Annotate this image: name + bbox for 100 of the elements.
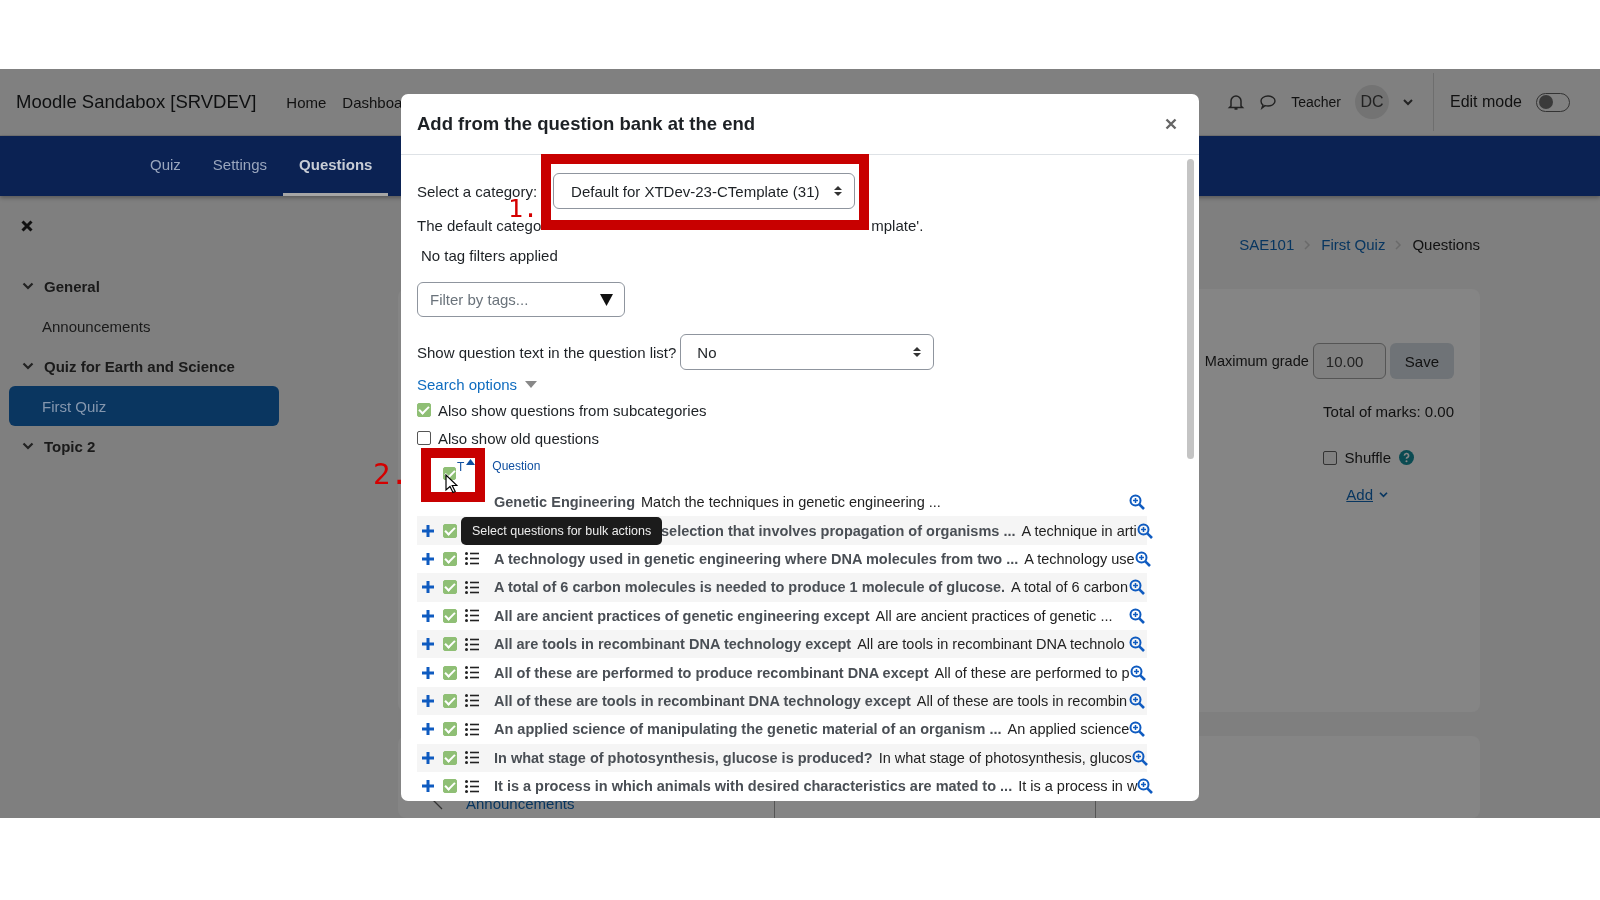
category-label: Select a category: bbox=[417, 182, 538, 200]
preview-icon[interactable] bbox=[1134, 550, 1151, 567]
chat-icon[interactable] bbox=[1259, 94, 1278, 110]
user-avatar[interactable]: DC bbox=[1354, 85, 1389, 119]
bell-icon[interactable] bbox=[1227, 93, 1246, 111]
add-icon[interactable] bbox=[422, 780, 434, 793]
section-title[interactable]: General bbox=[44, 277, 100, 295]
site-name[interactable]: Moodle Sandabox [SRVDEV] bbox=[16, 91, 257, 113]
preview-icon[interactable] bbox=[1129, 636, 1145, 653]
add-icon[interactable] bbox=[422, 638, 434, 651]
preview-icon[interactable] bbox=[1129, 664, 1146, 681]
question-checkbox[interactable] bbox=[443, 523, 457, 538]
question-checkbox[interactable] bbox=[443, 693, 457, 708]
nav-tab[interactable]: Settings bbox=[196, 136, 284, 196]
question-name: It is a process in which animals with desired characteristics are mated to ... bbox=[494, 778, 1013, 795]
list-icon bbox=[465, 694, 479, 708]
preview-icon[interactable] bbox=[1129, 721, 1146, 738]
nav-link[interactable]: Dashboa bbox=[342, 93, 403, 111]
add-icon[interactable] bbox=[422, 609, 434, 622]
question-name: In what stage of photosynthesis, glucose is produced? bbox=[494, 749, 873, 766]
max-grade-label: Maximum grade bbox=[1204, 353, 1309, 369]
dropdown-triangle-icon[interactable] bbox=[600, 294, 613, 306]
category-description: mplate'. bbox=[871, 217, 924, 234]
add-icon[interactable] bbox=[422, 552, 434, 565]
option-checkbox[interactable] bbox=[417, 403, 431, 417]
option-checkbox[interactable] bbox=[417, 431, 431, 445]
question-checkbox[interactable] bbox=[443, 722, 457, 737]
course-index-item[interactable]: Announcements bbox=[9, 306, 279, 346]
sort-caret-icon[interactable] bbox=[466, 459, 476, 465]
help-icon[interactable] bbox=[1399, 450, 1414, 465]
cursor-icon bbox=[445, 474, 458, 494]
question-name: A technology used in genetic engineering where DNA molecules from two ... bbox=[494, 550, 1019, 567]
section-title[interactable]: Topic 2 bbox=[44, 437, 96, 455]
question-text: A technology use bbox=[1024, 550, 1135, 567]
caret-icon[interactable] bbox=[1402, 98, 1413, 106]
question-name: All of these are tools in recombinant DNA technology except bbox=[494, 692, 911, 709]
preview-icon[interactable] bbox=[1131, 749, 1148, 766]
annotation-number: 1. bbox=[508, 200, 539, 218]
question-text: In what stage of photosynthesis, glucos bbox=[878, 749, 1132, 766]
question-text: An applied science bbox=[1007, 721, 1130, 738]
question-name: All are tools in recombinant DNA technology except bbox=[494, 636, 852, 653]
close-icon[interactable] bbox=[1165, 118, 1177, 130]
caret-icon[interactable] bbox=[1379, 491, 1388, 498]
search-options-link[interactable]: Search options bbox=[417, 375, 518, 393]
nav-link[interactable]: Home bbox=[286, 93, 327, 111]
question-text: A technique in arti bbox=[1021, 522, 1137, 539]
chevron-icon[interactable] bbox=[22, 282, 34, 290]
add-icon[interactable] bbox=[422, 723, 434, 736]
question-text: All of these are tools in recombin bbox=[916, 692, 1128, 709]
question-name: All are ancient practices of genetic engineering except bbox=[494, 607, 870, 624]
category-select[interactable]: Default for XTDev-23-CTemplate (31) bbox=[553, 173, 856, 209]
save-button[interactable]: Save bbox=[1389, 343, 1454, 379]
question-text: A total of 6 carbon bbox=[1011, 579, 1128, 596]
chevron-icon[interactable] bbox=[22, 362, 34, 370]
preview-icon[interactable] bbox=[1136, 522, 1153, 539]
preview-icon[interactable] bbox=[1129, 494, 1145, 511]
caret-icon[interactable] bbox=[525, 380, 538, 388]
chevron-icon[interactable] bbox=[22, 442, 34, 450]
question-text: All are tools in recombinant DNA technolo bbox=[857, 636, 1125, 653]
course-index-item[interactable]: First Quiz bbox=[9, 386, 279, 426]
question-sort-link[interactable]: Question bbox=[492, 459, 541, 473]
add-icon[interactable] bbox=[422, 666, 434, 679]
shuffle-label: Shuffle bbox=[1344, 449, 1391, 466]
scrollbar-thumb[interactable] bbox=[1187, 159, 1194, 459]
add-icon[interactable] bbox=[422, 524, 434, 537]
add-icon[interactable] bbox=[422, 751, 434, 764]
question-name: Genetic Engineering bbox=[494, 494, 635, 511]
breadcrumb-item[interactable]: First Quiz bbox=[1321, 236, 1386, 253]
preview-icon[interactable] bbox=[1129, 692, 1145, 709]
add-icon[interactable] bbox=[422, 581, 434, 594]
annotation-number: 2. bbox=[373, 457, 408, 491]
total-marks: Total of marks: 0.00 bbox=[1323, 403, 1454, 420]
preview-icon[interactable] bbox=[1129, 607, 1145, 624]
preview-icon[interactable] bbox=[1137, 778, 1154, 795]
sort-type-link[interactable]: T bbox=[457, 460, 465, 474]
question-checkbox[interactable] bbox=[443, 637, 457, 652]
question-checkbox[interactable] bbox=[443, 779, 457, 794]
question-checkbox[interactable] bbox=[443, 608, 457, 623]
question-checkbox[interactable] bbox=[443, 580, 457, 595]
question-checkbox[interactable] bbox=[443, 665, 457, 680]
question-checkbox[interactable] bbox=[443, 750, 457, 765]
question-name: selection that involves propagation of organisms ... bbox=[661, 522, 1016, 539]
question-checkbox[interactable] bbox=[443, 551, 457, 566]
show-text-select[interactable]: No bbox=[680, 334, 935, 370]
nav-tab[interactable]: Questions bbox=[283, 136, 389, 196]
nav-tab[interactable]: Quiz bbox=[134, 136, 197, 196]
breadcrumb-item[interactable]: Questions bbox=[1412, 236, 1480, 253]
add-icon[interactable] bbox=[422, 694, 434, 707]
list-icon bbox=[465, 637, 479, 651]
tag-filter-field[interactable]: Filter by tags... bbox=[417, 282, 625, 317]
category-description: The default catego bbox=[417, 217, 542, 234]
shuffle-checkbox[interactable] bbox=[1322, 450, 1337, 465]
section-title[interactable]: Quiz for Earth and Science bbox=[44, 357, 235, 375]
add-menu-link[interactable]: Add bbox=[1346, 486, 1373, 503]
max-grade-field[interactable]: 10.00 bbox=[1312, 343, 1386, 379]
preview-icon[interactable] bbox=[1129, 579, 1145, 596]
question-name: An applied science of manipulating the genetic material of an organism ... bbox=[494, 721, 1002, 738]
close-icon[interactable] bbox=[21, 220, 33, 232]
list-icon bbox=[465, 722, 479, 736]
breadcrumb-item[interactable]: SAE101 bbox=[1239, 236, 1295, 253]
